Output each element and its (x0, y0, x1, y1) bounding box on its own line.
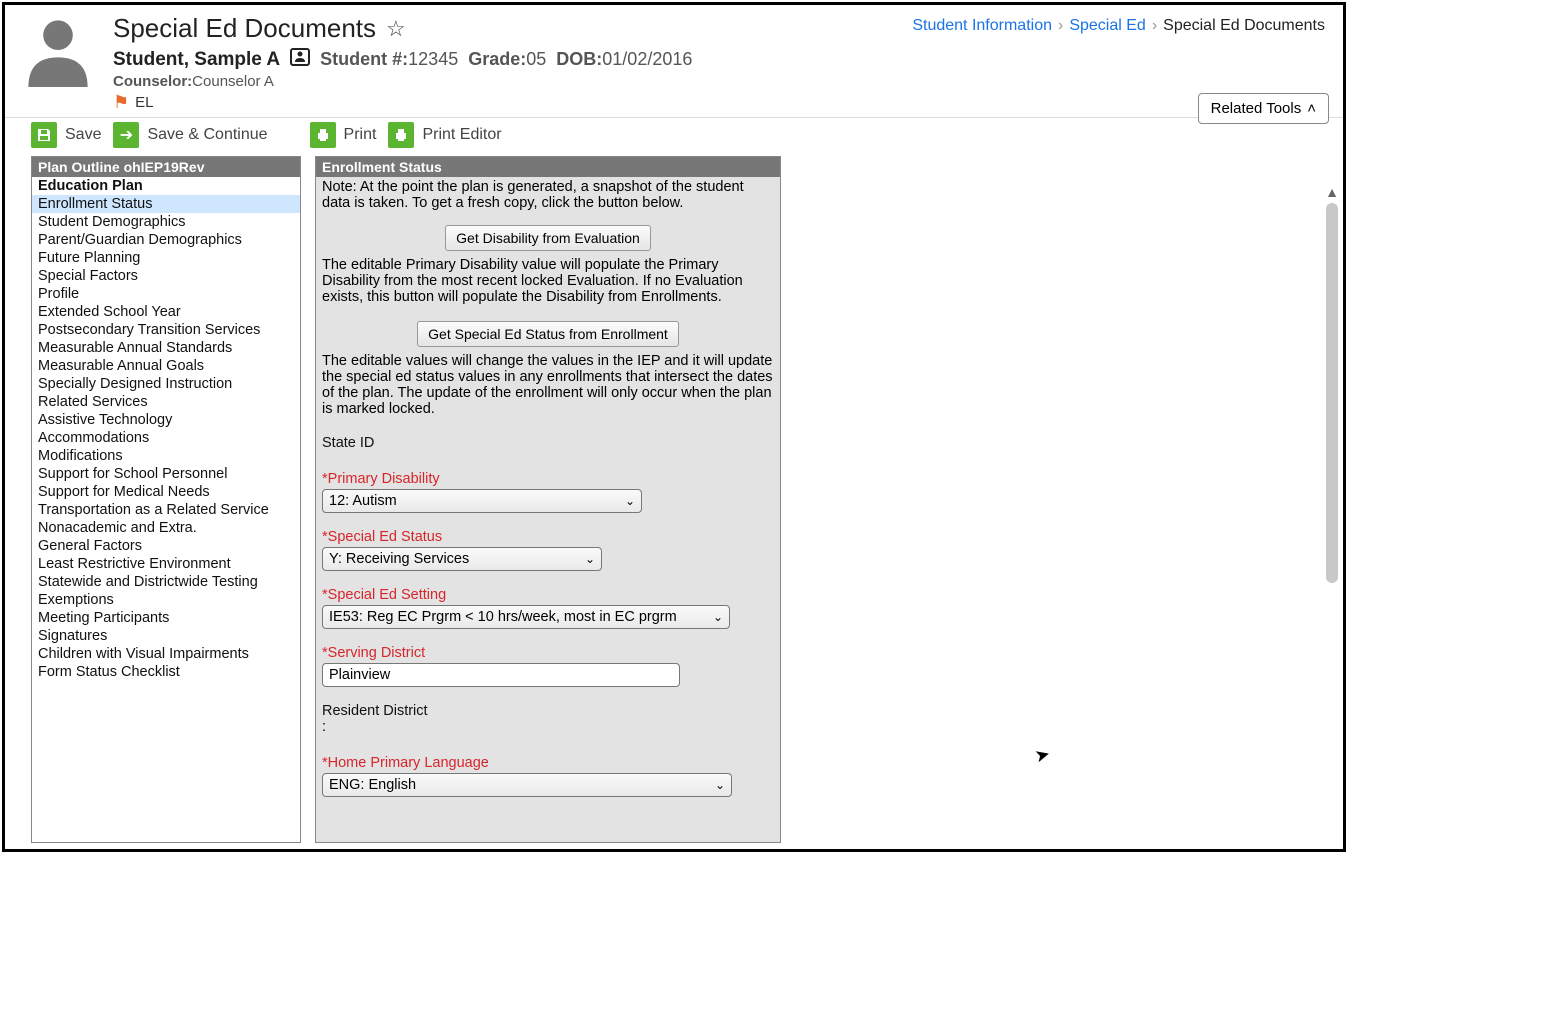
outline-item[interactable]: Education Plan (32, 177, 300, 195)
sped-setting-label: *Special Ed Setting (322, 587, 774, 603)
scroll-up-icon[interactable]: ▲ (1323, 183, 1341, 201)
chevron-up-icon: ˄ (1307, 100, 1316, 117)
related-tools-label: Related Tools (1211, 100, 1302, 117)
outline-item[interactable]: Specially Designed Instruction (32, 375, 300, 393)
outline-item[interactable]: Profile (32, 285, 300, 303)
outline-item[interactable]: Parent/Guardian Demographics (32, 231, 300, 249)
print-button[interactable]: Print (310, 122, 377, 148)
breadcrumb-student-info[interactable]: Student Information (912, 17, 1052, 35)
chevron-right-icon: › (1058, 17, 1063, 35)
page-title: Special Ed Documents (113, 13, 376, 44)
outline-item[interactable]: Nonacademic and Extra. (32, 519, 300, 537)
counselor: Counselor:Counselor A (113, 73, 1327, 90)
chevron-down-icon: ⌄ (713, 610, 723, 624)
outline-item[interactable]: Least Restrictive Environment (32, 555, 300, 573)
home-lang-label: *Home Primary Language (322, 755, 774, 771)
breadcrumb-current: Special Ed Documents (1163, 17, 1325, 35)
scroll-thumb[interactable] (1326, 203, 1338, 583)
star-icon[interactable]: ☆ (386, 16, 406, 42)
outline-item[interactable]: Children with Visual Impairments (32, 645, 300, 663)
outline-item[interactable]: Exemptions (32, 591, 300, 609)
print-label: Print (344, 126, 377, 144)
chevron-down-icon: ⌄ (585, 552, 595, 566)
avatar (21, 13, 95, 87)
breadcrumb-special-ed[interactable]: Special Ed (1069, 17, 1146, 35)
resident-district-value: : (322, 719, 774, 735)
chevron-down-icon: ⌄ (625, 494, 635, 508)
student-grade: Grade:05 (468, 49, 546, 70)
outline-item[interactable]: Student Demographics (32, 213, 300, 231)
outline-item[interactable]: Modifications (32, 447, 300, 465)
outline-list: Education PlanEnrollment StatusStudent D… (32, 177, 300, 842)
outline-item[interactable]: Support for School Personnel (32, 465, 300, 483)
save-icon (31, 122, 57, 148)
outline-item[interactable]: Special Factors (32, 267, 300, 285)
student-dob: DOB:01/02/2016 (556, 49, 692, 70)
outline-item[interactable]: Measurable Annual Standards (32, 339, 300, 357)
serving-district-label: *Serving District (322, 645, 774, 661)
sped-setting-select[interactable]: IE53: Reg EC Prgrm < 10 hrs/week, most i… (322, 605, 730, 629)
sped-status-label: *Special Ed Status (322, 529, 774, 545)
scrollbar[interactable]: ▲ (1323, 183, 1341, 841)
get-status-button[interactable]: Get Special Ed Status from Enrollment (417, 321, 679, 347)
outline-item[interactable]: General Factors (32, 537, 300, 555)
state-id-label: State ID (322, 435, 774, 451)
outline-item[interactable]: Assistive Technology (32, 411, 300, 429)
save-label: Save (65, 126, 101, 144)
status-description: The editable values will change the valu… (322, 351, 774, 429)
id-card-icon[interactable] (290, 48, 310, 71)
outline-item[interactable]: Enrollment Status (32, 195, 300, 213)
flag-icon: ⚑ (113, 92, 129, 113)
printer-icon (388, 122, 414, 148)
outline-item[interactable]: Transportation as a Related Service (32, 501, 300, 519)
primary-disability-label: *Primary Disability (322, 471, 774, 487)
outline-item[interactable]: Support for Medical Needs (32, 483, 300, 501)
chevron-right-icon: › (1152, 17, 1157, 35)
get-disability-button[interactable]: Get Disability from Evaluation (445, 225, 651, 251)
outline-item[interactable]: Related Services (32, 393, 300, 411)
outline-item[interactable]: Accommodations (32, 429, 300, 447)
arrow-right-icon: ➔ (113, 122, 139, 148)
outline-item[interactable]: Postsecondary Transition Services (32, 321, 300, 339)
plan-outline: Plan Outline ohIEP19Rev Education PlanEn… (31, 156, 301, 843)
outline-item[interactable]: Measurable Annual Goals (32, 357, 300, 375)
flag-label: EL (135, 94, 153, 111)
save-button[interactable]: Save (31, 122, 101, 148)
outline-item[interactable]: Statewide and Districtwide Testing (32, 573, 300, 591)
toolbar: Save ➔ Save & Continue Print Print Edito… (5, 117, 1343, 156)
save-continue-button[interactable]: ➔ Save & Continue (113, 122, 267, 148)
serving-district-input[interactable]: Plainview (322, 663, 680, 687)
related-tools-button[interactable]: Related Tools ˄ (1198, 93, 1329, 124)
outline-item[interactable]: Form Status Checklist (32, 663, 300, 681)
panel-header: Enrollment Status (316, 157, 780, 177)
resident-district-label: Resident District (322, 703, 774, 719)
print-editor-label: Print Editor (422, 126, 501, 144)
save-continue-label: Save & Continue (147, 126, 267, 144)
home-lang-select[interactable]: ENG: English ⌄ (322, 773, 732, 797)
sped-status-select[interactable]: Y: Receiving Services ⌄ (322, 547, 602, 571)
outline-item[interactable]: Extended School Year (32, 303, 300, 321)
chevron-down-icon: ⌄ (715, 778, 725, 792)
print-editor-button[interactable]: Print Editor (388, 122, 501, 148)
enrollment-status-panel: Enrollment Status Note: At the point the… (315, 156, 781, 843)
outline-item[interactable]: Future Planning (32, 249, 300, 267)
student-name: Student, Sample A (113, 49, 280, 71)
primary-disability-select[interactable]: 12: Autism ⌄ (322, 489, 642, 513)
student-number: Student #:12345 (320, 49, 458, 70)
printer-icon (310, 122, 336, 148)
outline-item[interactable]: Meeting Participants (32, 609, 300, 627)
disability-description: The editable Primary Disability value wi… (322, 255, 774, 317)
breadcrumb: Student Information › Special Ed › Speci… (912, 17, 1325, 35)
outline-header: Plan Outline ohIEP19Rev (32, 157, 300, 177)
outline-item[interactable]: Signatures (32, 627, 300, 645)
panel-note: Note: At the point the plan is generated… (322, 177, 774, 221)
